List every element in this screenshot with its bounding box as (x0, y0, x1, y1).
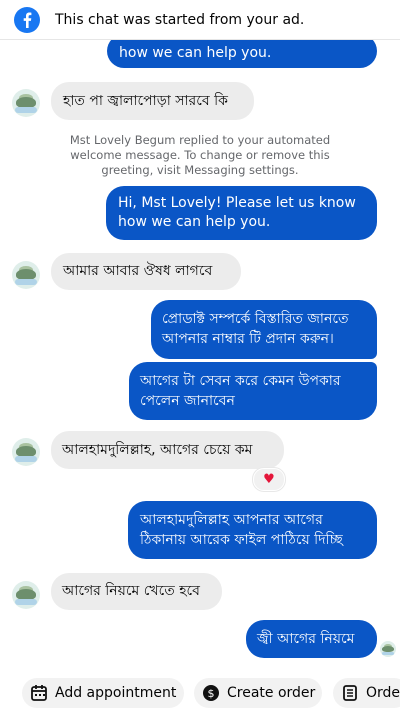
bottom-actions: Add appointment $ Create order Orde (0, 678, 400, 708)
message-outgoing: আলহামদুলিল্লাহ আপনার আগের ঠিকানায় আরেক … (128, 501, 377, 559)
message-incoming: হাত পা জ্বালাপোড়া সারবে কি (51, 82, 254, 120)
create-order-label: Create order (227, 685, 316, 701)
message-incoming: আমার আবার ঔষধ লাগবে (51, 253, 241, 290)
dollar-icon: $ (203, 685, 219, 701)
message-text: how we can help you. (119, 45, 272, 61)
calendar-icon (31, 685, 47, 701)
orders-icon (343, 685, 357, 701)
message-line-1: আগের টা সেবন করে কেমন উপকার (140, 373, 341, 389)
heart-icon: ♥ (263, 472, 275, 487)
svg-text:$: $ (208, 687, 215, 700)
message-line-1: প্রোডাক্ট সম্পর্কে বিস্তারিত জানতে (162, 311, 349, 327)
message-outgoing: প্রোডাক্ট সম্পর্কে বিস্তারিত জানতে আপনার… (151, 300, 377, 359)
message-incoming: আলহামদুলিল্লাহ, আগের চেয়ে কম (51, 431, 284, 469)
message-line-2: ঠিকানায় আরেক ফাইল পাঠিয়ে দিচ্ছি (140, 532, 343, 548)
message-line-1: আলহামদুলিল্লাহ আপনার আগের (140, 512, 323, 528)
message-incoming: আগের নিয়মে খেতে হবে (51, 573, 222, 610)
message-text: জ্বী আগের নিয়মে (257, 631, 355, 647)
chat-thread: how we can help you. হাত পা জ্বালাপোড়া … (0, 0, 400, 700)
ad-banner-text: This chat was started from your ad. (55, 12, 305, 28)
message-line-2: আপনার নাম্বার টি প্রদান করুন। (162, 331, 334, 347)
add-appointment-button[interactable]: Add appointment (22, 678, 184, 708)
message-outgoing: জ্বী আগের নিয়মে (246, 620, 377, 658)
seen-avatar (380, 641, 396, 657)
ad-banner: This chat was started from your ad. (0, 0, 400, 40)
message-text: আমার আবার ঔষধ লাগবে (63, 263, 213, 279)
orders-label: Orde (366, 685, 400, 701)
orders-button[interactable]: Orde (333, 678, 400, 708)
message-text: হাত পা জ্বালাপোড়া সারবে কি (63, 93, 228, 109)
contact-avatar (12, 581, 40, 609)
message-text: আগের নিয়মে খেতে হবে (62, 583, 200, 599)
create-order-button[interactable]: $ Create order (194, 678, 322, 708)
system-note: Mst Lovely Begum replied to your automat… (69, 133, 331, 177)
message-line-2: পেলেন জানাবেন (140, 393, 235, 409)
heart-reaction[interactable]: ♥ (253, 468, 285, 491)
message-outgoing: Hi, Mst Lovely! Please let us know how w… (106, 186, 377, 240)
message-line-2: how we can help you. (118, 214, 271, 230)
message-line-1: Hi, Mst Lovely! Please let us know (118, 195, 356, 211)
contact-avatar (12, 89, 40, 117)
message-outgoing: আগের টা সেবন করে কেমন উপকার পেলেন জানাবে… (129, 362, 377, 420)
facebook-icon (14, 7, 40, 33)
message-text: আলহামদুলিল্লাহ, আগের চেয়ে কম (62, 442, 253, 458)
add-appointment-label: Add appointment (55, 685, 177, 701)
contact-avatar (12, 261, 40, 289)
contact-avatar (12, 438, 40, 466)
